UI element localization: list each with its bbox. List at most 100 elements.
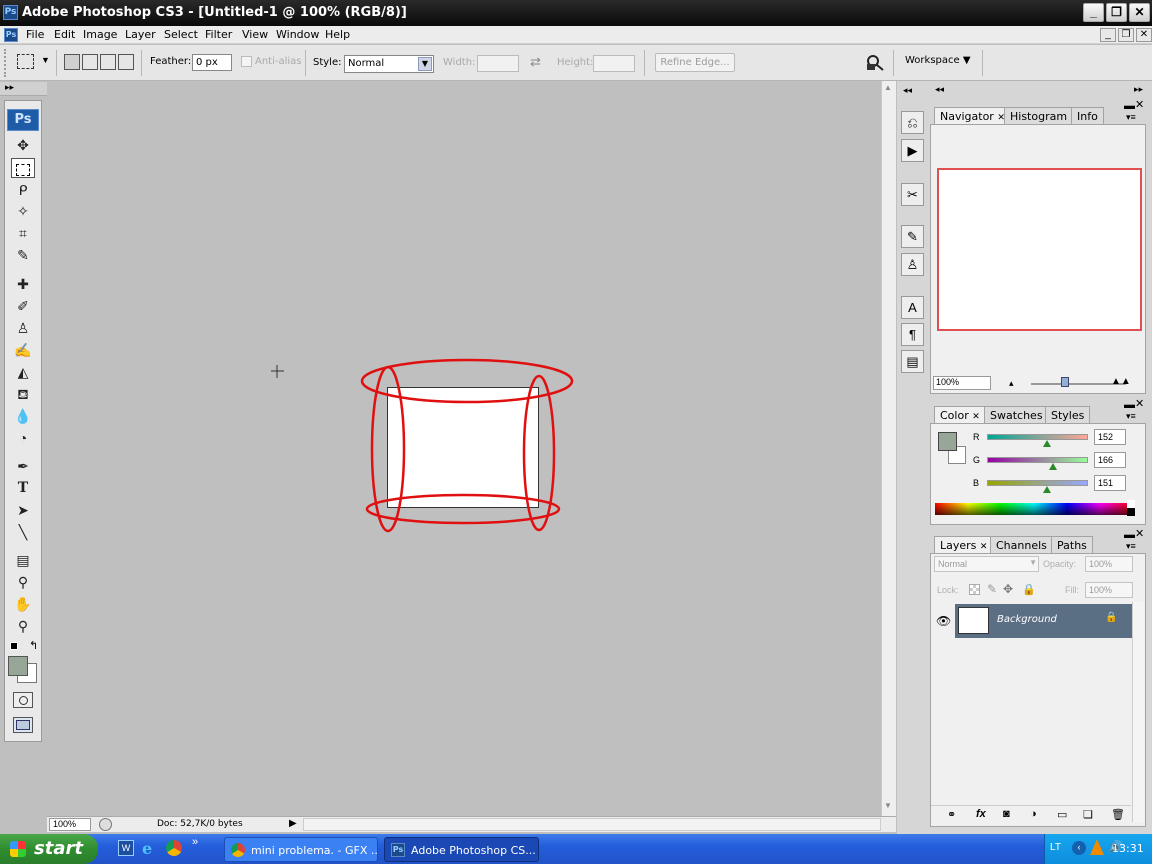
new-group-icon[interactable]: ▭ [1057, 808, 1067, 821]
close-icon[interactable]: ✕ [972, 412, 980, 422]
panel-close-icon[interactable]: ✕ [1135, 98, 1144, 111]
red-channel-label: R [973, 432, 980, 442]
zoom-level-field[interactable]: 100% [49, 818, 91, 831]
layer-row-background[interactable]: Background 🔒 [955, 604, 1132, 638]
history-panel-icon[interactable]: ⎌ [901, 111, 924, 134]
fill-input[interactable]: 100% [1085, 582, 1133, 598]
panel-close-icon[interactable]: ✕ [1135, 397, 1144, 410]
navigator-panel: ▬ ✕ Navigator ✕ Histogram Info ▾≡ 100% ▴… [930, 98, 1146, 396]
zoom-slider-handle[interactable] [1061, 377, 1069, 387]
character-panel-icon[interactable]: A [901, 296, 924, 319]
delete-layer-icon[interactable]: 🗑 [1111, 808, 1125, 821]
eye-visibility-icon[interactable]: 👁 [936, 614, 951, 628]
panel-minimize-icon[interactable]: ▬ [1124, 399, 1135, 411]
panel-minimize-icon[interactable]: ▬ [1124, 529, 1135, 541]
tab-paths[interactable]: Paths [1051, 536, 1093, 553]
opacity-input[interactable]: 100% [1085, 556, 1133, 572]
tab-label: Navigator [940, 110, 994, 123]
foreground-color-chip[interactable] [938, 432, 957, 451]
chevron-down-icon[interactable]: ▼ [1029, 558, 1037, 567]
layers-body: Normal ▼ Opacity: 100% Lock: ✎ ✥ 🔒 Fill:… [930, 553, 1146, 827]
scroll-down-icon[interactable]: ▼ [884, 801, 892, 810]
photoshop-icon: Ps [391, 843, 405, 857]
taskbar-item-chrome[interactable]: mini problema. - GFX ... [224, 837, 378, 862]
black-swatch[interactable] [1127, 508, 1135, 516]
layers-scrollbar[interactable] [1132, 602, 1144, 822]
system-tray: LT ‹ 🔊 13:31 [1044, 834, 1152, 864]
color-ramp[interactable] [935, 503, 1133, 515]
panel-minimize-icon[interactable]: ▬ [1124, 100, 1135, 112]
blue-slider-handle[interactable] [1042, 486, 1051, 493]
icon-dock: ◂◂ ⎌ ▶ ✂ ✎ ♙ A ¶ ▤ [897, 81, 929, 834]
layer-comps-icon[interactable]: ▤ [901, 350, 924, 373]
taskbar-item-photoshop[interactable]: Ps Adobe Photoshop CS... [384, 837, 539, 862]
tab-navigator[interactable]: Navigator ✕ [934, 107, 1011, 124]
tab-swatches[interactable]: Swatches [984, 406, 1049, 423]
tab-channels[interactable]: Channels [990, 536, 1053, 553]
language-indicator[interactable]: LT [1050, 842, 1061, 853]
lock-position-icon[interactable]: ✥ [1003, 582, 1013, 596]
green-value-input[interactable]: 166 [1094, 452, 1126, 468]
navigator-proxy-view[interactable] [937, 168, 1142, 331]
panel-menu-icon[interactable]: ▾≡ [1126, 541, 1136, 552]
status-menu-arrow-icon[interactable]: ▶ [289, 818, 297, 829]
annotation-ellipse-top [360, 358, 574, 404]
clone-source-icon[interactable]: ♙ [901, 253, 924, 276]
red-slider[interactable] [987, 434, 1088, 440]
blend-mode-select[interactable]: Normal ▼ [934, 556, 1039, 572]
expand-icon[interactable]: ▸▸ [1134, 84, 1143, 95]
close-icon[interactable]: ✕ [980, 542, 988, 552]
opacity-label: Opacity: [1043, 559, 1077, 569]
chrome-icon [231, 843, 245, 857]
layer-name[interactable]: Background [997, 614, 1057, 625]
zoom-in-icon[interactable]: ▲▲ [1111, 376, 1131, 387]
lock-all-icon[interactable]: 🔒 [1022, 583, 1036, 596]
tab-histogram[interactable]: Histogram [1004, 107, 1074, 124]
actions-panel-icon[interactable]: ▶ [901, 139, 924, 162]
brushes-panel-icon[interactable]: ✎ [901, 225, 924, 248]
canvas-vertical-scrollbar[interactable]: ▲ ▼ [881, 81, 896, 816]
tab-layers[interactable]: Layers ✕ [934, 536, 994, 553]
adjustment-layer-icon[interactable]: ◑ [1030, 808, 1037, 820]
navigator-body: 100% ▴ ▲▲ [930, 124, 1146, 394]
panel-close-icon[interactable]: ✕ [1135, 527, 1144, 540]
layer-lock-icon: 🔒 [1105, 612, 1118, 623]
vlc-tray-icon[interactable] [1090, 839, 1104, 855]
navigator-zoom-field[interactable]: 100% [933, 376, 991, 390]
layer-thumbnail[interactable] [958, 607, 989, 634]
zoom-out-icon[interactable]: ▴ [1009, 378, 1014, 389]
chrome-quicklaunch-icon[interactable] [166, 840, 182, 856]
red-slider-handle[interactable] [1043, 440, 1052, 447]
panel-menu-icon[interactable]: ▾≡ [1126, 411, 1136, 422]
red-value-input[interactable]: 152 [1094, 429, 1126, 445]
tab-info[interactable]: Info [1071, 107, 1104, 124]
start-button[interactable]: start [0, 834, 98, 864]
blue-slider[interactable] [987, 480, 1088, 486]
scroll-up-icon[interactable]: ▲ [884, 83, 892, 92]
word-quicklaunch-icon[interactable]: W [118, 840, 134, 856]
link-layers-icon[interactable]: ⚭ [947, 808, 956, 821]
tray-arrow-icon[interactable]: ‹ [1072, 841, 1086, 855]
expand-dock-icon[interactable]: ◂◂ [903, 85, 912, 96]
lock-transparency-icon[interactable] [969, 584, 980, 595]
tab-color[interactable]: Color ✕ [934, 406, 986, 423]
quicklaunch-more-icon[interactable]: » [192, 836, 198, 848]
collapse-icon[interactable]: ◂◂ [935, 84, 944, 95]
tool-presets-icon[interactable]: ✂ [901, 183, 924, 206]
new-layer-icon[interactable]: ❏ [1083, 808, 1093, 821]
layers-footer: ⚭ fx ◙ ◑ ▭ ❏ 🗑 [931, 805, 1131, 825]
blue-value-input[interactable]: 151 [1094, 475, 1126, 491]
white-swatch[interactable] [1127, 500, 1135, 508]
tab-styles[interactable]: Styles [1045, 406, 1091, 423]
ie-quicklaunch-icon[interactable]: e [142, 839, 159, 858]
clock: 13:31 [1112, 842, 1144, 855]
add-mask-icon[interactable]: ◙ [1003, 808, 1010, 820]
canvas-horizontal-scrollbar[interactable] [303, 818, 881, 831]
lock-pixels-icon[interactable]: ✎ [987, 582, 997, 596]
green-slider[interactable] [987, 457, 1088, 463]
green-slider-handle[interactable] [1048, 463, 1057, 470]
panel-menu-icon[interactable]: ▾≡ [1126, 112, 1136, 123]
paragraph-panel-icon[interactable]: ¶ [901, 323, 924, 346]
layer-style-icon[interactable]: fx [976, 808, 986, 820]
status-info-icon[interactable] [99, 818, 112, 831]
